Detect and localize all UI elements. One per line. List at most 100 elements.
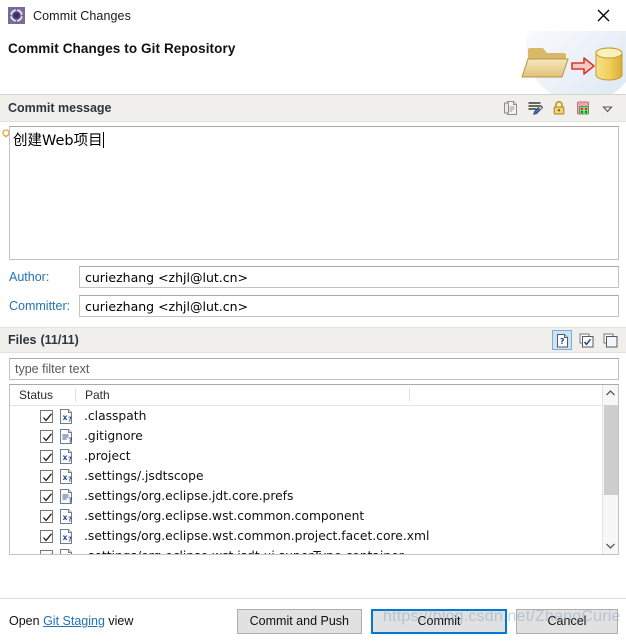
- sign-commit-icon[interactable]: [574, 99, 592, 117]
- xml-file-icon: x?: [59, 528, 73, 544]
- files-table-header: Status Path: [10, 385, 602, 406]
- row-path: .classpath: [84, 409, 147, 423]
- committer-row: Committer: curiezhang <zhjl@lut.cn>: [0, 294, 626, 318]
- scroll-down-icon[interactable]: [603, 538, 619, 554]
- committer-label: Committer:: [9, 299, 71, 313]
- column-header-status[interactable]: Status: [10, 385, 76, 405]
- window-title: Commit Changes: [33, 8, 131, 23]
- amend-lock-icon[interactable]: [550, 99, 568, 117]
- table-row[interactable]: x? .settings/org.eclipse.wst.common.proje…: [10, 526, 602, 546]
- files-scrollbar[interactable]: [602, 385, 618, 554]
- row-checkbox[interactable]: [40, 489, 53, 503]
- table-row[interactable]: ? .settings/org.eclipse.jdt.core.prefs: [10, 486, 602, 506]
- commit-message-input[interactable]: 创建Web项目: [9, 126, 619, 260]
- dialog-footer: Open Git Staging view Commit and Push Com…: [0, 598, 626, 643]
- commit-gear-icon: [8, 7, 25, 24]
- row-path: .settings/org.eclipse.wst.common.compone…: [84, 509, 365, 523]
- svg-text:x: x: [63, 533, 68, 542]
- deselect-all-icon[interactable]: [600, 330, 620, 350]
- xml-file-icon: x?: [59, 468, 73, 484]
- show-untracked-files-icon[interactable]: ?: [552, 330, 572, 350]
- committer-value: curiezhang <zhjl@lut.cn>: [85, 298, 249, 314]
- filter-placeholder: type filter text: [15, 362, 90, 376]
- filter-input[interactable]: type filter text: [9, 358, 619, 380]
- text-caret: [102, 132, 104, 148]
- commit-message-text: 创建Web项目: [13, 133, 103, 149]
- row-checkbox[interactable]: [40, 549, 53, 554]
- filter-area: type filter text: [0, 353, 626, 380]
- page-title: Commit Changes to Git Repository: [8, 41, 236, 56]
- author-label: Author:: [9, 270, 50, 284]
- row-checkbox[interactable]: [40, 429, 53, 443]
- row-path: .settings/org.eclipse.wst.jsdt.ui.superT…: [84, 549, 404, 554]
- insert-change-id-icon[interactable]: [526, 99, 544, 117]
- files-count: (11/11): [40, 333, 79, 347]
- svg-text:x: x: [63, 413, 68, 422]
- chevron-down-icon[interactable]: [598, 99, 616, 117]
- select-all-icon[interactable]: [576, 330, 596, 350]
- row-path: .settings/org.eclipse.jdt.core.prefs: [84, 489, 294, 503]
- row-checkbox[interactable]: [40, 449, 53, 463]
- svg-text:x: x: [63, 473, 68, 482]
- svg-text:?: ?: [559, 337, 564, 346]
- text-file-icon: ?: [59, 548, 73, 554]
- svg-text:x: x: [63, 513, 68, 522]
- table-row[interactable]: x? .settings/org.eclipse.wst.common.compo…: [10, 506, 602, 526]
- commit-message-label: Commit message: [8, 101, 112, 115]
- files-table-body: Status Path x? .classpath? .gitignore x? .pr…: [10, 385, 602, 554]
- commit-message-section-bar: Commit message: [0, 95, 626, 122]
- row-checkbox[interactable]: [40, 469, 53, 483]
- scrollbar-track[interactable]: [603, 401, 619, 538]
- svg-text:?: ?: [68, 535, 72, 543]
- table-row[interactable]: ? .settings/org.eclipse.wst.jsdt.ui.super…: [10, 546, 602, 554]
- author-value: curiezhang <zhjl@lut.cn>: [85, 269, 249, 285]
- svg-text:?: ?: [68, 415, 72, 423]
- row-path: .settings/.jsdtscope: [84, 469, 204, 483]
- table-row[interactable]: x? .classpath: [10, 406, 602, 426]
- files-title: Files: [8, 333, 37, 347]
- table-row[interactable]: ? .gitignore: [10, 426, 602, 446]
- committer-input[interactable]: curiezhang <zhjl@lut.cn>: [79, 295, 619, 317]
- row-checkbox[interactable]: [40, 529, 53, 543]
- row-path: .settings/org.eclipse.wst.common.project…: [84, 529, 430, 543]
- row-path: .project: [84, 449, 131, 463]
- svg-text:?: ?: [68, 436, 72, 444]
- author-input[interactable]: curiezhang <zhjl@lut.cn>: [79, 266, 619, 288]
- commit-message-area: 创建Web项目: [0, 122, 626, 260]
- table-row[interactable]: x? .settings/.jsdtscope: [10, 466, 602, 486]
- svg-text:?: ?: [68, 475, 72, 483]
- git-staging-link[interactable]: Git Staging: [43, 614, 105, 628]
- svg-text:?: ?: [68, 455, 72, 463]
- commit-and-push-button[interactable]: Commit and Push: [236, 608, 362, 634]
- author-row: Author: curiezhang <zhjl@lut.cn>: [0, 265, 626, 289]
- scroll-up-icon[interactable]: [603, 385, 619, 401]
- column-header-path[interactable]: Path: [76, 385, 410, 405]
- row-path: .gitignore: [84, 429, 143, 443]
- row-checkbox[interactable]: [40, 409, 53, 423]
- text-file-icon: ?: [59, 428, 73, 444]
- close-icon[interactable]: [580, 0, 626, 31]
- insert-signed-off-icon[interactable]: [502, 99, 520, 117]
- table-row[interactable]: x? .project: [10, 446, 602, 466]
- xml-file-icon: x?: [59, 508, 73, 524]
- folder-to-repository-icon: [521, 31, 626, 94]
- svg-text:?: ?: [68, 496, 72, 504]
- files-toolbar: ?: [552, 330, 620, 350]
- xml-file-icon: x?: [59, 408, 73, 424]
- row-checkbox[interactable]: [40, 509, 53, 523]
- commit-message-toolbar: [502, 99, 620, 117]
- scrollbar-thumb[interactable]: [603, 405, 618, 495]
- files-row-list: x? .classpath? .gitignore x? .project x? .sett…: [10, 406, 602, 554]
- title-bar: Commit Changes: [0, 0, 626, 31]
- footer-buttons: Commit and Push Commit Cancel: [236, 608, 618, 634]
- column-header-filler: [410, 385, 602, 405]
- dialog-header: Commit Changes to Git Repository: [0, 31, 626, 95]
- files-table: Status Path x? .classpath? .gitignore x? .pr…: [9, 384, 619, 555]
- open-prefix: Open: [9, 614, 44, 628]
- open-git-staging-view: Open Git Staging view: [9, 614, 133, 628]
- files-section-bar: Files (11/11) ?: [0, 327, 626, 353]
- cancel-button[interactable]: Cancel: [516, 608, 618, 634]
- commit-button[interactable]: Commit: [371, 608, 507, 634]
- svg-text:?: ?: [68, 515, 72, 523]
- open-suffix: view: [104, 614, 134, 628]
